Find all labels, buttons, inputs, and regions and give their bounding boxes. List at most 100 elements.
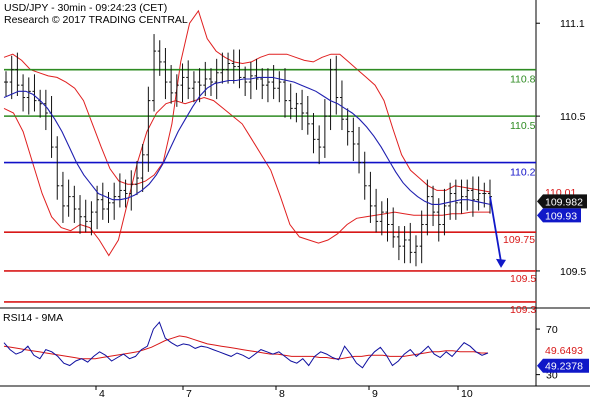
price-bar (49, 95, 54, 158)
price-bar (459, 179, 464, 214)
chart-frame (0, 0, 590, 387)
chart-subtitle: Research © 2017 TRADING CENTRAL (4, 14, 188, 26)
moving-average-badge-label: 109.93 (545, 210, 577, 222)
time-tick-label: 7 (186, 388, 192, 400)
rsi-panel: RSI14 - 9MA7030 (3, 312, 558, 382)
rsi-value-badge: 49.2378 (537, 358, 589, 373)
rsi-signal-badge-label: 49.6493 (545, 345, 583, 357)
rsi-value-badge-label: 49.2378 (545, 361, 583, 373)
last-price-badge-label: 109.982 (545, 196, 583, 208)
price-bar (112, 182, 117, 220)
price-bar (248, 61, 253, 100)
price-bar (26, 77, 31, 115)
price-bar (311, 113, 316, 154)
price-bar (391, 207, 396, 248)
price-bar (100, 182, 105, 220)
price-bar (357, 126, 362, 174)
price-bar (385, 198, 390, 242)
price-bar (396, 226, 401, 261)
price-bar (277, 71, 282, 103)
price-bar (419, 210, 424, 264)
rsi-title: RSI14 - 9MA (3, 312, 63, 324)
price-bar (368, 171, 373, 223)
price-bar (9, 55, 14, 100)
time-tick-label: 9 (372, 388, 378, 400)
price-bar (146, 86, 151, 172)
time-tick-label: 8 (279, 388, 285, 400)
price-bar (106, 191, 111, 223)
price-bar (317, 125, 322, 165)
price-bar (470, 176, 475, 217)
price-bar (15, 52, 20, 96)
last-price-badge: 109.982 (537, 194, 587, 209)
level-label-110.2: 110.2 (510, 167, 536, 179)
price-bar (283, 68, 288, 118)
price-bar (379, 201, 384, 236)
time-tick-label: 10 (461, 388, 473, 400)
price-bar (374, 188, 379, 233)
price-bar (117, 173, 122, 208)
price-bar (66, 179, 71, 217)
forecast-arrow-head (496, 258, 506, 268)
support-resistance-levels: 110.8 110.5 110.2 109.75 109.5 109.3 (4, 68, 536, 316)
price-bar (72, 185, 77, 223)
price-tick-label: 109.5 (560, 266, 586, 278)
moving-average (3, 76, 491, 205)
price-bar (260, 68, 265, 100)
price-bar (476, 176, 481, 211)
price-bar (220, 52, 225, 84)
price-bar (43, 89, 48, 131)
price-bar (243, 66, 248, 96)
time-tick-label: 4 (99, 388, 105, 400)
price-bar (442, 188, 447, 236)
price-bar (300, 89, 305, 131)
price-bar (163, 47, 168, 100)
price-bar (208, 68, 213, 96)
rsi-line (3, 321, 489, 369)
price-bar (351, 117, 356, 162)
price-bar (431, 185, 436, 227)
level-label-110.8: 110.8 (510, 74, 536, 86)
price-bar (83, 199, 88, 233)
price-bar (226, 52, 231, 84)
rsi-signal-badge: 49.6493 (537, 343, 589, 358)
level-label-109.75: 109.75 (503, 234, 535, 246)
price-bar (254, 58, 259, 90)
price-bar (191, 71, 196, 103)
price-bar (32, 74, 37, 112)
value-badges: 110.01109.982109.9349.649349.2378 (537, 184, 589, 373)
price-bar (157, 40, 162, 76)
price-bar (55, 136, 60, 200)
price-bar (362, 151, 367, 200)
price-bar (345, 108, 350, 146)
price-tick-label: 111.1 (560, 18, 585, 30)
level-label-109.3: 109.3 (510, 304, 536, 316)
level-label-110.5: 110.5 (510, 120, 536, 132)
upper-band-line (3, 9, 491, 193)
price-bar (60, 171, 65, 223)
price-bar (408, 222, 413, 264)
price-bar (265, 68, 270, 103)
price-bar (214, 58, 219, 100)
price-bar (89, 201, 94, 236)
forecast-arrow-shaft (489, 196, 502, 262)
rsi-tick-label: 70 (546, 324, 558, 336)
moving-average-badge: 109.93 (537, 208, 581, 223)
price-bar (231, 49, 236, 84)
price-bar (134, 161, 139, 196)
price-bar (21, 74, 26, 112)
price-bar (38, 89, 43, 118)
price-bar (169, 65, 174, 104)
price-bar (152, 34, 157, 112)
bollinger-bands (3, 9, 491, 257)
price-bar (465, 179, 470, 211)
chart-title: USD/JPY - 30min - 09:24:23 (CET) (4, 2, 168, 14)
price-bar (322, 99, 327, 158)
price-bar (294, 92, 299, 123)
price-bar (425, 179, 430, 236)
chart-canvas: 110.8110.5110.2109.75109.5109.3 109.5110… (0, 0, 590, 400)
moving-average-line (3, 76, 491, 205)
price-bar (129, 170, 134, 211)
price-bar (186, 60, 191, 100)
price-bar (4, 71, 8, 96)
